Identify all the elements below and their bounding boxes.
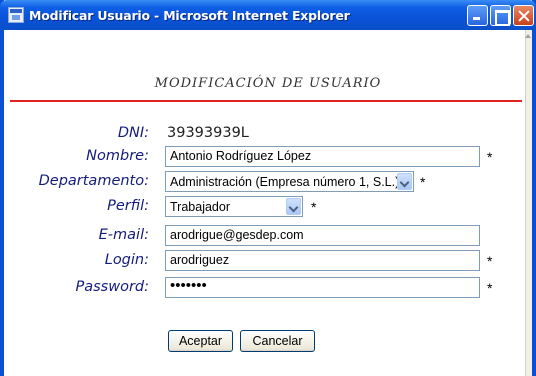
nombre-required-mark: *: [487, 149, 493, 165]
perfil-select[interactable]: Trabajador: [165, 196, 303, 217]
maximize-button[interactable]: [490, 5, 511, 26]
perfil-row: Perfil: Trabajador *: [4, 196, 524, 218]
scroll-up-icon[interactable]: [525, 34, 531, 38]
password-row: Password: ••••••• *: [4, 277, 524, 299]
dni-label: DNI:: [117, 125, 149, 141]
internet-explorer-icon: [8, 7, 24, 23]
cancel-button[interactable]: Cancelar: [240, 330, 315, 352]
email-row: E-mail: arodrigue@gesdep.com: [4, 225, 524, 247]
nombre-row: Nombre: Antonio Rodríguez López *: [4, 146, 524, 168]
nombre-input[interactable]: Antonio Rodríguez López: [165, 146, 480, 167]
perfil-selected: Trabajador: [170, 200, 230, 214]
chevron-down-icon[interactable]: [286, 198, 301, 215]
window-controls: [467, 5, 534, 26]
accept-button[interactable]: Aceptar: [168, 330, 233, 352]
password-input[interactable]: •••••••: [165, 277, 480, 298]
login-label: Login:: [104, 252, 149, 268]
perfil-required-mark: *: [311, 199, 317, 215]
departamento-selected: Administración (Empresa número 1, S.L.): [170, 175, 400, 189]
nombre-label: Nombre:: [86, 148, 149, 164]
login-required-mark: *: [487, 253, 493, 269]
close-button[interactable]: [513, 5, 534, 26]
password-label: Password:: [75, 279, 149, 295]
departamento-select[interactable]: Administración (Empresa número 1, S.L.): [165, 171, 414, 192]
chevron-down-icon[interactable]: [397, 173, 412, 190]
departamento-required-mark: *: [420, 174, 426, 190]
password-required-mark: *: [487, 280, 493, 296]
dni-row: DNI: 39393939L: [4, 123, 524, 145]
window-title: Modificar Usuario - Microsoft Internet E…: [29, 7, 350, 23]
departamento-label: Departamento:: [38, 173, 149, 189]
minimize-button[interactable]: [467, 5, 488, 26]
title-bar[interactable]: Modificar Usuario - Microsoft Internet E…: [0, 0, 536, 30]
email-input[interactable]: arodrigue@gesdep.com: [165, 225, 480, 246]
heading-divider: [10, 100, 522, 102]
departamento-row: Departamento: Administración (Empresa nú…: [4, 171, 524, 193]
perfil-label: Perfil:: [107, 198, 149, 214]
browser-window: Modificar Usuario - Microsoft Internet E…: [0, 0, 536, 376]
page-heading: MODIFICACIÓN DE USUARIO: [154, 76, 382, 91]
email-label: E-mail:: [98, 227, 149, 243]
login-input[interactable]: arodriguez: [165, 250, 480, 271]
login-row: Login: arodriguez *: [4, 250, 524, 272]
dni-value: 39393939L: [167, 125, 249, 141]
